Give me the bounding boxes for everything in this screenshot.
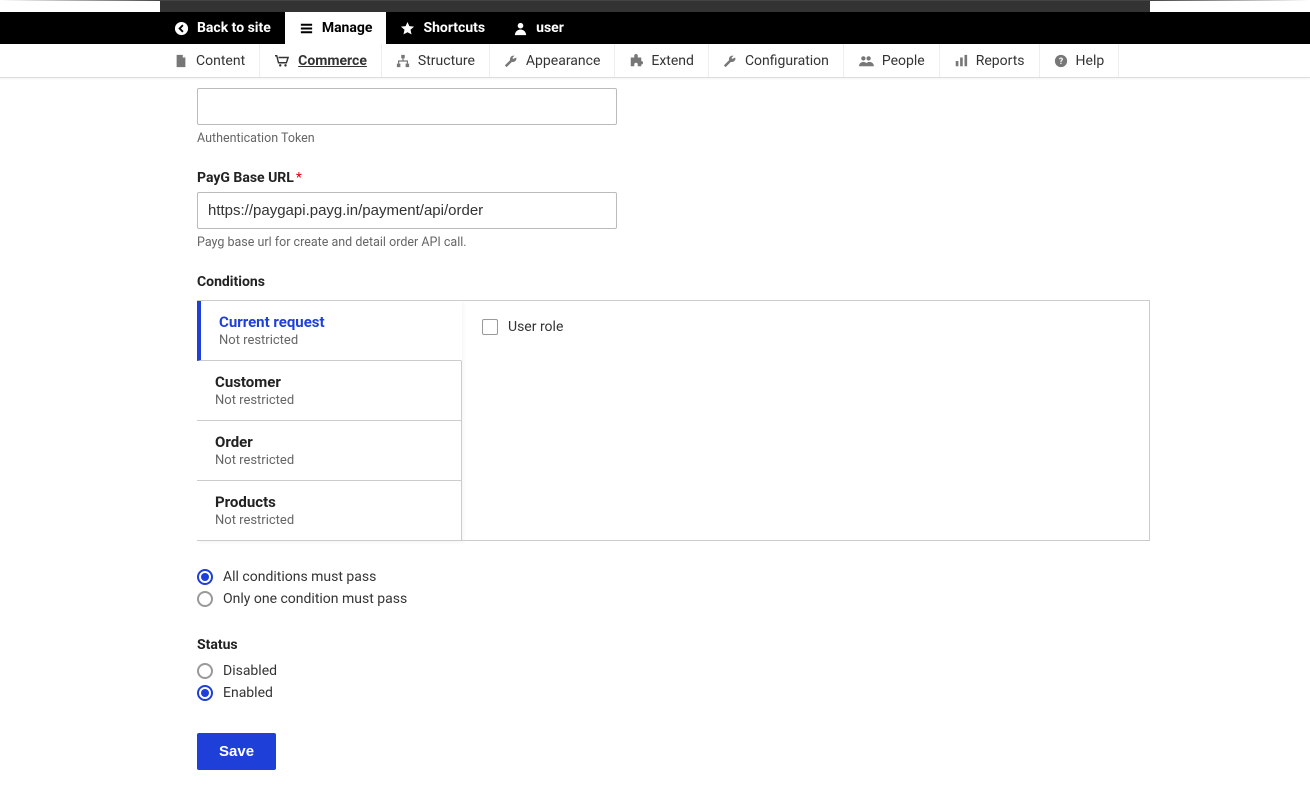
manage-tab[interactable]: Manage [285,12,387,44]
radio-one-label: Only one condition must pass [223,591,407,607]
radio-icon [197,591,213,607]
star-icon [400,21,415,36]
shortcuts-label: Shortcuts [423,20,485,36]
status-enabled-label: Enabled [223,685,273,701]
wrench-icon [723,54,737,68]
nav-structure-label: Structure [418,53,475,69]
nav-commerce[interactable]: Commerce [260,44,382,77]
radio-all-label: All conditions must pass [223,569,376,585]
user-role-checkbox-row[interactable]: User role [482,319,1129,335]
sitemap-icon [396,54,410,68]
nav-extend[interactable]: Extend [615,44,709,77]
vtab-order[interactable]: Order Not restricted [197,421,462,481]
vtab-label: Order [215,433,443,451]
checkbox-icon [482,319,498,335]
vertical-tabs-list: Current request Not restricted Customer … [197,301,462,541]
browser-chrome-strip [0,0,1310,12]
base-url-label-text: PayG Base URL [197,170,294,186]
vertical-tabs-panel: User role [462,301,1150,541]
radio-icon [197,685,213,701]
save-button[interactable]: Save [197,733,276,770]
nav-help-label: Help [1076,53,1105,69]
bar-chart-icon [954,54,968,68]
back-to-site-label: Back to site [197,20,271,36]
nav-appearance-label: Appearance [526,53,600,69]
status-heading: Status [197,637,1150,653]
radio-icon [197,663,213,679]
svg-text:?: ? [1058,57,1063,67]
back-to-site-link[interactable]: Back to site [160,12,285,44]
status-disabled-label: Disabled [223,663,277,679]
radio-icon [197,569,213,585]
puzzle-icon [629,54,643,68]
secondary-nav: Content Commerce Structure Appearance Ex… [0,44,1310,78]
base-url-input[interactable] [197,192,617,229]
auth-token-description: Authentication Token [197,131,1150,146]
radio-one-condition[interactable]: Only one condition must pass [197,591,1150,607]
vtab-customer[interactable]: Customer Not restricted [197,361,462,421]
vtab-sub: Not restricted [219,333,443,348]
nav-structure[interactable]: Structure [382,44,490,77]
nav-commerce-label: Commerce [298,53,367,69]
document-icon [174,54,188,68]
nav-configuration[interactable]: Configuration [709,44,844,77]
status-radios: Disabled Enabled [197,663,1150,701]
user-icon [513,21,528,36]
nav-content[interactable]: Content [160,44,260,77]
vtab-label: Current request [219,313,443,331]
user-tab[interactable]: user [499,12,578,44]
nav-help[interactable]: ? Help [1040,44,1120,77]
conditions-vertical-tabs: Current request Not restricted Customer … [197,300,1150,541]
conditions-heading: Conditions [197,274,1150,290]
wrench-icon [504,54,518,68]
auth-token-input[interactable] [197,88,617,125]
nav-people[interactable]: People [844,44,940,77]
vtab-sub: Not restricted [215,513,443,528]
vtab-label: Customer [215,373,443,391]
vtab-sub: Not restricted [215,453,443,468]
cart-icon [274,54,290,68]
admin-toolbar: Back to site Manage Shortcuts user [0,12,1310,44]
radio-all-conditions[interactable]: All conditions must pass [197,569,1150,585]
base-url-label: PayG Base URL* [197,170,1150,186]
radio-status-disabled[interactable]: Disabled [197,663,1150,679]
user-role-label: User role [508,319,563,335]
manage-label: Manage [322,20,373,36]
nav-people-label: People [882,53,925,69]
vtab-label: Products [215,493,443,511]
required-marker: * [296,170,302,186]
base-url-description: Payg base url for create and detail orde… [197,235,1150,250]
user-label: user [536,20,564,36]
people-icon [858,54,874,68]
hamburger-icon [299,21,314,36]
nav-appearance[interactable]: Appearance [490,44,615,77]
page-content: Authentication Token PayG Base URL* Payg… [0,88,1310,800]
question-circle-icon: ? [1054,54,1068,68]
nav-configuration-label: Configuration [745,53,829,69]
nav-extend-label: Extend [651,53,694,69]
vtab-products[interactable]: Products Not restricted [197,481,462,541]
nav-content-label: Content [196,53,245,69]
radio-status-enabled[interactable]: Enabled [197,685,1150,701]
condition-logic-radios: All conditions must pass Only one condit… [197,569,1150,607]
nav-reports-label: Reports [976,53,1025,69]
vtab-sub: Not restricted [215,393,443,408]
shortcuts-tab[interactable]: Shortcuts [386,12,499,44]
nav-reports[interactable]: Reports [940,44,1040,77]
chevron-left-circle-icon [174,21,189,36]
vtab-current-request[interactable]: Current request Not restricted [197,301,462,361]
